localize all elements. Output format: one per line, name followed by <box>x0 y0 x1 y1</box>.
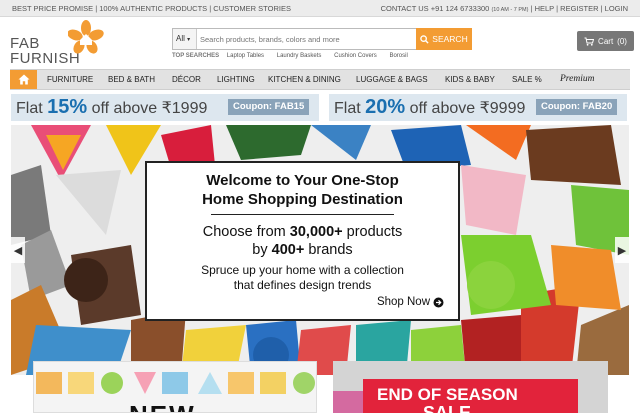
new-arrivals-promo[interactable]: NEW <box>33 361 317 413</box>
logo[interactable]: FAB FURNISH <box>10 20 110 66</box>
hero-stats: Choose from 30,000+ products by 400+ bra… <box>147 223 458 259</box>
new-heading: NEW <box>129 400 196 412</box>
hero-title-line2: Home Shopping Destination <box>202 191 403 208</box>
account-links: CONTACT US +91 124 6733300 (10 AM - 7 PM… <box>381 4 628 13</box>
end-of-season-heading: END OF SEASON <box>377 385 518 404</box>
carousel-next-button[interactable]: ▶ <box>615 237 629 263</box>
hero-banner[interactable]: ◀ ▶ Welcome to Your One-Stop Home Shoppi… <box>11 125 629 375</box>
search-icon <box>420 34 429 44</box>
shop-now-link[interactable]: Shop Now <box>377 296 444 308</box>
title-divider <box>211 214 394 215</box>
top-search-link[interactable]: Borosil <box>389 53 407 59</box>
by-post: brands <box>304 242 353 258</box>
nav-item-bed-bath[interactable]: BED & BATH <box>108 75 155 84</box>
register-link[interactable]: REGISTER <box>560 4 598 13</box>
welcome-card: Welcome to Your One-Stop Home Shopping D… <box>145 161 460 321</box>
offer-above: off above ₹9999 <box>409 100 526 117</box>
offer-banner-20[interactable]: Flat 20% off above ₹9999 Coupon: FAB20 <box>329 94 627 121</box>
offer-percent: 15% <box>47 96 88 118</box>
category-select[interactable]: All ▾ <box>173 29 197 49</box>
hero-title: Welcome to Your One-Stop Home Shopping D… <box>147 171 458 209</box>
coupon-badge: Coupon: FAB20 <box>536 99 618 115</box>
search-bar: All ▾ SEARCH <box>172 28 472 50</box>
nav-item-lighting[interactable]: LIGHTING <box>217 75 255 84</box>
search-input[interactable] <box>200 30 415 48</box>
help-link[interactable]: HELP <box>535 4 554 13</box>
flower-icon <box>68 20 104 54</box>
choose-pre: Choose from <box>202 224 290 240</box>
login-link[interactable]: LOGIN <box>605 4 628 13</box>
chevron-left-icon: ◀ <box>13 244 23 257</box>
top-searches-label: TOP SEARCHES <box>172 53 220 59</box>
offer-flat: Flat <box>16 100 43 117</box>
offer-above: off above ₹1999 <box>91 100 208 117</box>
top-search-link[interactable]: Laptop Tables <box>227 53 264 59</box>
products-count: 30,000+ <box>289 224 343 240</box>
category-value: All <box>176 34 185 43</box>
coupon-badge: Coupon: FAB15 <box>228 99 310 115</box>
hero-subtitle: Spruce up your home with a collection th… <box>147 263 458 293</box>
contact-hours: (10 AM - 7 PM) <box>491 7 529 13</box>
offer-text: Flat 20% off above ₹9999 <box>334 96 525 119</box>
cart-label: Cart <box>598 36 614 46</box>
top-search-link[interactable]: Laundry Baskets <box>277 53 322 59</box>
cart-icon <box>584 37 595 46</box>
separator: | <box>530 4 533 13</box>
by-pre: by <box>252 242 272 258</box>
top-search-link[interactable]: Cushion Covers <box>334 53 377 59</box>
carousel-prev-button[interactable]: ◀ <box>11 237 25 263</box>
hero-title-line1: Welcome to Your One-Stop <box>206 172 399 189</box>
logo-line1: FAB <box>10 35 40 52</box>
main-nav: FURNITURE BED & BATH DÉCOR LIGHTING KITC… <box>10 69 630 90</box>
offer-text: Flat 15% off above ₹1999 <box>16 96 207 119</box>
hero-subtitle-line1: Spruce up your home with a collection <box>201 263 404 277</box>
nav-item-furniture[interactable]: FURNITURE <box>47 75 93 84</box>
nav-item-kitchen-dining[interactable]: KITCHEN & DINING <box>268 75 341 84</box>
nav-item-sale[interactable]: SALE % <box>512 75 542 84</box>
hero-subtitle-line2: that defines design trends <box>233 278 372 292</box>
header: FAB FURNISH All ▾ SEARCH TO <box>0 17 640 69</box>
sale-heading: SALE <box>423 403 472 413</box>
end-of-season-promo[interactable]: END OF SEASON SALE <box>333 361 608 413</box>
contact-text: CONTACT US +91 124 6733300 <box>380 4 490 13</box>
brands-count: 400+ <box>271 242 305 258</box>
offer-percent: 20% <box>365 96 406 118</box>
home-button[interactable] <box>10 70 37 89</box>
top-bar: BEST PRICE PROMISE | 100% AUTHENTIC PROD… <box>0 0 640 17</box>
cart-button[interactable]: Cart (0) <box>577 31 634 51</box>
cart-count: (0) <box>617 36 627 46</box>
top-searches: TOP SEARCHES Laptop Tables Laundry Baske… <box>172 53 419 59</box>
search-button-label: SEARCH <box>432 34 468 44</box>
choose-post: products <box>342 224 403 240</box>
shop-now-label: Shop Now <box>376 296 430 308</box>
offer-flat: Flat <box>334 100 361 117</box>
product-icons-strip <box>36 372 315 394</box>
nav-item-kids-baby[interactable]: KIDS & BABY <box>445 75 495 84</box>
separator: | <box>600 4 603 13</box>
chevron-down-icon: ▾ <box>187 37 191 43</box>
nav-item-premium[interactable]: Premium <box>560 74 594 84</box>
home-icon <box>18 74 29 85</box>
search-button[interactable]: SEARCH <box>416 28 472 50</box>
offer-banner-15[interactable]: Flat 15% off above ₹1999 Coupon: FAB15 <box>11 94 319 121</box>
arrow-right-circle-icon <box>433 297 444 307</box>
promise-links[interactable]: BEST PRICE PROMISE | 100% AUTHENTIC PROD… <box>12 4 291 13</box>
separator: | <box>556 4 559 13</box>
nav-item-decor[interactable]: DÉCOR <box>172 75 201 84</box>
chevron-right-icon: ▶ <box>617 244 627 257</box>
nav-item-luggage-bags[interactable]: LUGGAGE & BAGS <box>356 75 428 84</box>
